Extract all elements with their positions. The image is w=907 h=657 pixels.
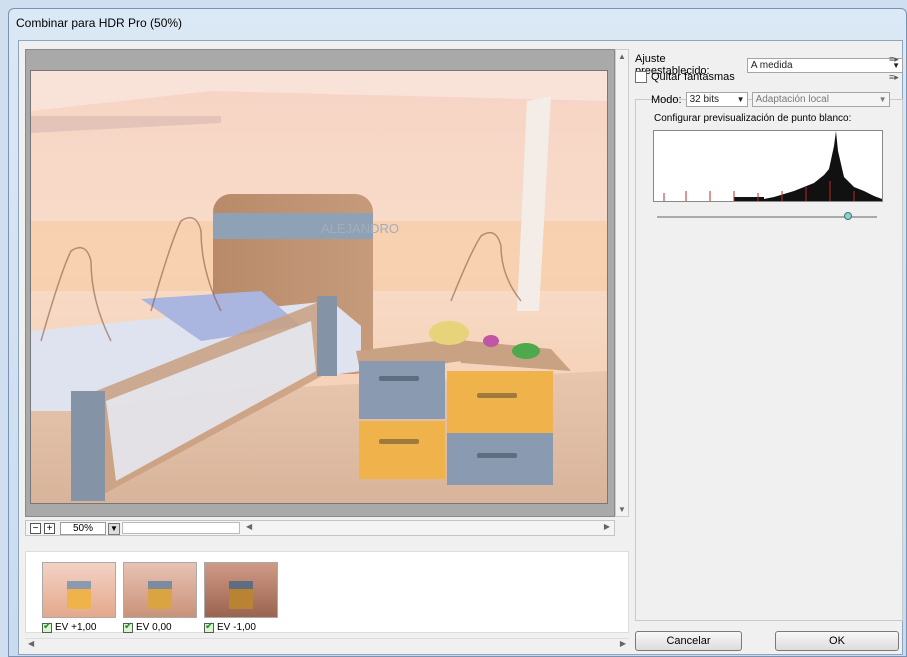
chevron-down-icon: ▼: [736, 95, 745, 104]
thumbnail-label: EV -1,00: [217, 622, 256, 633]
thumbnail-ev-0[interactable]: [123, 562, 197, 618]
scroll-down-icon[interactable]: ▼: [618, 505, 626, 514]
hdr-dialog-window: Combinar para HDR Pro (50%) ALEJANDRO ▲ …: [8, 8, 907, 657]
thumbnail-ev-minus-1[interactable]: [204, 562, 278, 618]
mode-row: Modo: 32 bits ▼ Adaptación local ▼: [651, 92, 890, 107]
checkbox-checked-icon[interactable]: [123, 621, 133, 633]
panel-menu-icon[interactable]: ≡▸: [889, 72, 899, 83]
hdr-preview-photo: ALEJANDRO: [31, 71, 607, 503]
scroll-right-icon[interactable]: ▶: [620, 639, 626, 648]
method-value: Adaptación local: [755, 94, 829, 105]
preset-value: A medida: [750, 59, 793, 71]
histogram-graph: [663, 131, 882, 201]
preview-horizontal-scrollbar-thumb[interactable]: [122, 522, 240, 534]
exposure-thumbnails: EV +1,00 EV 0,00 EV -1,00: [25, 551, 629, 633]
bit-depth-select[interactable]: 32 bits ▼: [685, 92, 748, 107]
zoom-toolbar: − + 50% ▼ ◀ ▶: [25, 520, 615, 536]
checkbox-checked-icon[interactable]: [204, 621, 214, 633]
method-select[interactable]: Adaptación local ▼: [751, 92, 890, 107]
settings-panel: Ajuste preestablecido: A medida ▼ ≡▸ Qui…: [635, 49, 903, 625]
dialog-client-area: ALEJANDRO ▲ ▼ − + 50% ▼ ◀ ▶ ✔ EV +1,00 ✔…: [18, 40, 903, 655]
scroll-up-icon[interactable]: ▲: [618, 52, 626, 61]
scroll-left-icon[interactable]: ◀: [28, 639, 34, 648]
ghost-row[interactable]: Quitar fantasmas: [635, 71, 735, 83]
window-title: Combinar para HDR Pro (50%): [16, 16, 183, 30]
thumbnail-label: EV +1,00: [55, 622, 97, 633]
headboard-text: ALEJANDRO: [321, 221, 399, 236]
zoom-out-icon[interactable]: −: [30, 523, 41, 534]
zoom-dropdown-icon[interactable]: ▼: [108, 523, 120, 535]
preset-select[interactable]: A medida ▼: [746, 57, 903, 73]
preview-vertical-scrollbar[interactable]: ▲ ▼: [615, 49, 629, 517]
thumbnail-ev-plus-1[interactable]: [42, 562, 116, 618]
thumbnail-label: EV 0,00: [136, 622, 172, 633]
whitepoint-label-row: Configurar previsualización de punto bla…: [654, 113, 851, 124]
whitepoint-label: Configurar previsualización de punto bla…: [654, 113, 852, 124]
cancel-button[interactable]: Cancelar: [635, 631, 742, 651]
histogram: [653, 130, 883, 202]
thumbnail-ev-plus-1-toggle[interactable]: EV +1,00: [42, 621, 97, 633]
bit-depth-value: 32 bits: [689, 94, 720, 105]
scroll-right-icon[interactable]: ▶: [604, 522, 610, 531]
ghost-label: Quitar fantasmas: [651, 71, 735, 83]
thumbnail-ev-0-toggle[interactable]: EV 0,00: [123, 621, 172, 633]
thumbnail-ev-minus-1-toggle[interactable]: EV -1,00: [204, 621, 256, 633]
preview-image[interactable]: ALEJANDRO: [30, 70, 608, 504]
scroll-left-icon[interactable]: ◀: [246, 522, 252, 531]
ghost-checkbox[interactable]: [635, 71, 647, 83]
chevron-down-icon: ▼: [878, 95, 887, 104]
zoom-value[interactable]: 50%: [60, 522, 106, 535]
panel-menu-icon[interactable]: ≡▸: [889, 54, 899, 65]
zoom-in-icon[interactable]: +: [44, 523, 55, 534]
mode-label: Modo:: [651, 93, 682, 106]
ok-button[interactable]: OK: [775, 631, 899, 651]
checkbox-checked-icon[interactable]: [42, 621, 52, 633]
thumbnails-scrollbar[interactable]: ◀ ▶: [25, 638, 629, 650]
preview-frame: ALEJANDRO: [25, 49, 615, 517]
